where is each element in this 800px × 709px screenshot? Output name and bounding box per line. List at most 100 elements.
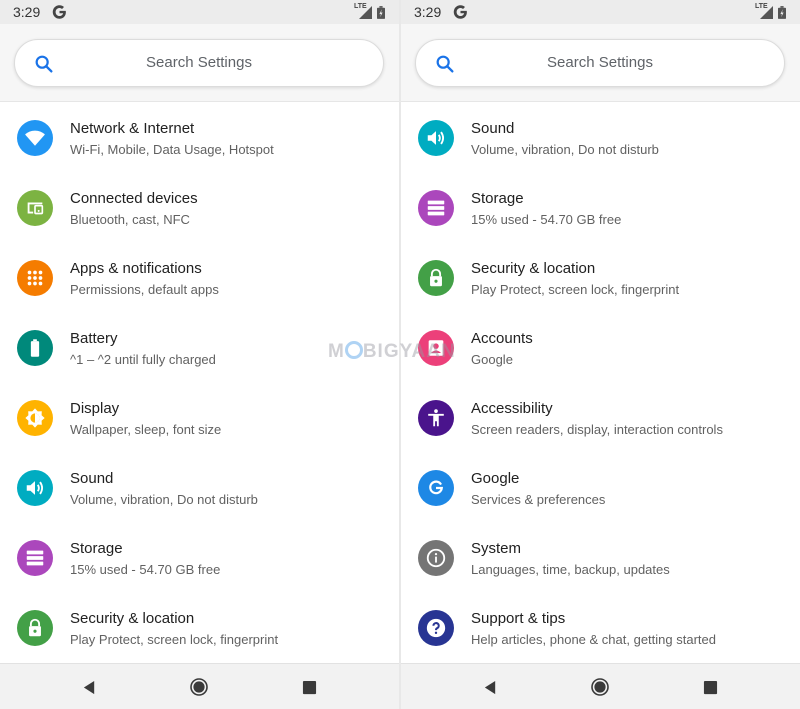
item-subtitle: Languages, time, backup, updates — [471, 562, 670, 577]
settings-item-support-tips[interactable]: Support & tips Help articles, phone & ch… — [401, 592, 800, 662]
item-subtitle: Volume, vibration, Do not disturb — [471, 142, 659, 157]
search-area: Search Settings — [0, 24, 399, 102]
settings-list: Network & Internet Wi-Fi, Mobile, Data U… — [0, 102, 399, 662]
info-icon — [418, 540, 454, 576]
settings-item-storage[interactable]: Storage 15% used - 54.70 GB free — [0, 522, 399, 592]
settings-item-accessibility[interactable]: Accessibility Screen readers, display, i… — [401, 382, 800, 452]
signal-icon: LTE — [755, 3, 774, 20]
item-subtitle: 15% used - 54.70 GB free — [70, 562, 221, 577]
navigation-bar — [401, 663, 800, 709]
item-title: Storage — [70, 540, 123, 557]
item-title: Apps & notifications — [70, 260, 202, 277]
settings-item-security-location[interactable]: Security & location Play Protect, screen… — [401, 242, 800, 312]
item-subtitle: Google — [471, 352, 513, 367]
recents-button[interactable] — [298, 676, 320, 698]
settings-item-network-internet[interactable]: Network & Internet Wi-Fi, Mobile, Data U… — [0, 102, 399, 172]
status-bar: 3:29 LTE — [401, 0, 800, 24]
status-time: 3:29 — [414, 4, 442, 20]
settings-item-sound[interactable]: Sound Volume, vibration, Do not disturb — [0, 452, 399, 522]
google-g-icon — [418, 470, 454, 506]
lock-icon — [17, 610, 53, 646]
signal-icon: LTE — [354, 3, 373, 20]
item-subtitle: Volume, vibration, Do not disturb — [70, 492, 258, 507]
status-time: 3:29 — [13, 4, 41, 20]
item-subtitle: Help articles, phone & chat, getting sta… — [471, 632, 716, 647]
volume-icon — [17, 470, 53, 506]
settings-item-display[interactable]: Display Wallpaper, sleep, font size — [0, 382, 399, 452]
google-notification-icon — [52, 5, 66, 19]
item-subtitle: Play Protect, screen lock, fingerprint — [471, 282, 680, 297]
settings-item-accounts[interactable]: Accounts Google — [401, 312, 800, 382]
item-subtitle: 15% used - 54.70 GB free — [471, 212, 622, 227]
home-icon — [591, 678, 609, 696]
watermark-suffix: BIGYAAN — [362, 341, 456, 362]
wifi-icon — [17, 120, 53, 156]
item-title: Security & location — [70, 610, 195, 627]
home-button[interactable] — [188, 676, 210, 698]
battery-icon — [17, 330, 53, 366]
item-title: Battery — [70, 330, 118, 347]
search-settings-bar[interactable]: Search Settings — [14, 39, 384, 87]
search-placeholder: Search Settings — [547, 54, 653, 71]
status-bar: 3:29 LTE — [0, 0, 399, 24]
help-icon — [418, 610, 454, 646]
navigation-bar — [0, 663, 399, 709]
battery-status-icon — [377, 5, 385, 19]
watermark-logo-icon — [344, 341, 363, 359]
settings-list: Sound Volume, vibration, Do not disturb … — [401, 102, 800, 662]
item-title: Sound — [70, 470, 114, 487]
storage-icon — [418, 190, 454, 226]
back-icon — [484, 680, 495, 694]
settings-item-sound[interactable]: Sound Volume, vibration, Do not disturb — [401, 102, 800, 172]
watermark: M BIGYAAN — [328, 341, 456, 363]
back-button[interactable] — [479, 676, 501, 698]
settings-item-google[interactable]: Google Services & preferences — [401, 452, 800, 522]
settings-item-storage[interactable]: Storage 15% used - 54.70 GB free — [401, 172, 800, 242]
item-title: System — [471, 540, 522, 557]
google-notification-icon — [453, 5, 467, 19]
item-title: Security & location — [471, 260, 596, 277]
home-icon — [190, 678, 208, 696]
home-button[interactable] — [589, 676, 611, 698]
item-title: Accessibility — [471, 400, 553, 417]
settings-screen-right: 3:29 LTE Search Settings Sound Volume, v… — [401, 0, 800, 709]
recents-button[interactable] — [699, 676, 721, 698]
item-title: Storage — [471, 190, 524, 207]
settings-item-security-location[interactable]: Security & location Play Protect, screen… — [0, 592, 399, 662]
back-icon — [83, 680, 94, 694]
status-icons: LTE — [755, 3, 786, 20]
search-area: Search Settings — [401, 24, 800, 102]
search-settings-bar[interactable]: Search Settings — [415, 39, 785, 87]
recents-icon — [302, 680, 316, 694]
apps-icon — [17, 260, 53, 296]
devices-icon — [17, 190, 53, 226]
volume-icon — [418, 120, 454, 156]
item-subtitle: Bluetooth, cast, NFC — [70, 212, 190, 227]
item-title: Sound — [471, 120, 515, 137]
item-title: Support & tips — [471, 610, 566, 627]
item-title: Accounts — [471, 330, 533, 347]
lock-icon — [418, 260, 454, 296]
item-title: Display — [70, 400, 120, 417]
settings-item-apps-notifications[interactable]: Apps & notifications Permissions, defaul… — [0, 242, 399, 312]
item-title: Google — [471, 470, 520, 487]
watermark-prefix: M — [328, 341, 345, 362]
item-subtitle: Wi-Fi, Mobile, Data Usage, Hotspot — [70, 142, 274, 157]
item-subtitle: Screen readers, display, interaction con… — [471, 422, 723, 437]
back-button[interactable] — [78, 676, 100, 698]
item-title: Connected devices — [70, 190, 198, 207]
settings-item-system[interactable]: System Languages, time, backup, updates — [401, 522, 800, 592]
accessibility-icon — [418, 400, 454, 436]
storage-icon — [17, 540, 53, 576]
item-subtitle: ^1 – ^2 until fully charged — [70, 352, 216, 367]
item-subtitle: Wallpaper, sleep, font size — [70, 422, 222, 437]
item-title: Network & Internet — [70, 120, 195, 137]
search-placeholder: Search Settings — [146, 54, 252, 71]
battery-status-icon — [778, 5, 786, 19]
settings-item-connected-devices[interactable]: Connected devices Bluetooth, cast, NFC — [0, 172, 399, 242]
item-subtitle: Services & preferences — [471, 492, 606, 507]
item-subtitle: Play Protect, screen lock, fingerprint — [70, 632, 279, 647]
recents-icon — [703, 680, 717, 694]
status-icons: LTE — [354, 3, 385, 20]
brightness-icon — [17, 400, 53, 436]
